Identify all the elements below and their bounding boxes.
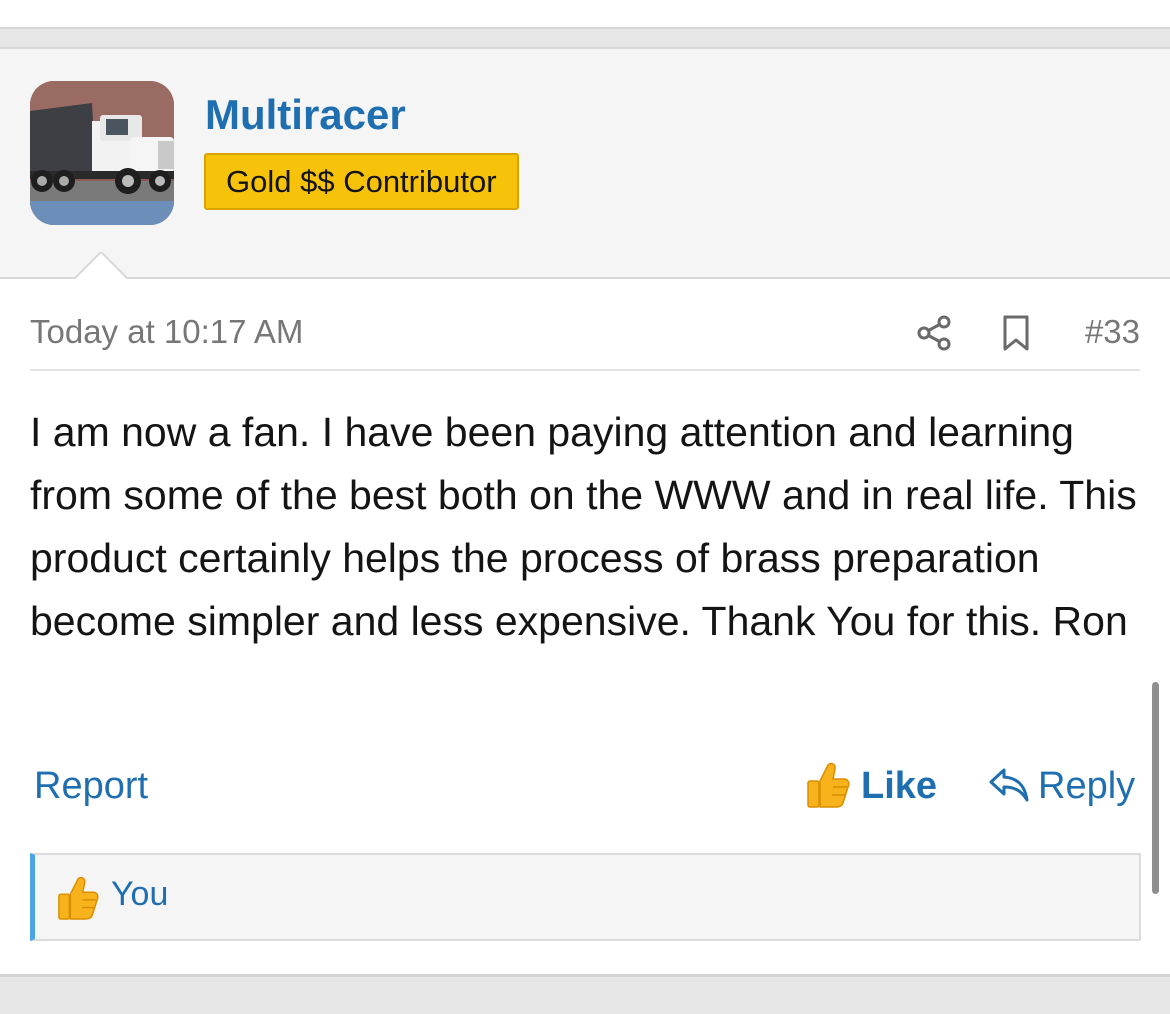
thumbs-up-icon <box>807 762 850 808</box>
reaction-user-link[interactable]: You <box>111 875 168 914</box>
reply-button[interactable]: Reply <box>988 761 1138 811</box>
previous-post-edge <box>0 0 1170 29</box>
post-timestamp[interactable]: Today at 10:17 AM <box>30 313 303 351</box>
post-meta-bar: Today at 10:17 AM #33 <box>30 313 1140 371</box>
reply-icon <box>989 768 1029 802</box>
post-body: I am now a fan. I have been paying atten… <box>30 409 1137 644</box>
username-link[interactable]: Multiracer <box>205 91 406 139</box>
dump-truck-avatar-image <box>30 81 174 225</box>
user-avatar[interactable] <box>30 81 174 225</box>
message-pointer-arrow <box>74 252 128 279</box>
reactions-bar[interactable]: You <box>30 853 1141 941</box>
bookmark-icon[interactable] <box>996 313 1036 353</box>
thumbs-up-icon <box>58 876 99 920</box>
share-icon[interactable] <box>914 313 954 353</box>
user-title-badge: Gold $$ Contributor <box>204 153 519 210</box>
like-label: Like <box>861 765 938 807</box>
reply-label: Reply <box>1038 765 1136 807</box>
report-link[interactable]: Report <box>34 765 148 808</box>
user-block: Multiracer Gold $$ Contributor <box>0 49 1170 279</box>
post-actions-bar: Report Like Reply <box>30 761 1138 811</box>
post-number-link[interactable]: #33 <box>1085 313 1140 351</box>
scrollbar-thumb[interactable] <box>1152 682 1159 894</box>
post-message: Multiracer Gold $$ Contributor Today at … <box>0 47 1170 977</box>
